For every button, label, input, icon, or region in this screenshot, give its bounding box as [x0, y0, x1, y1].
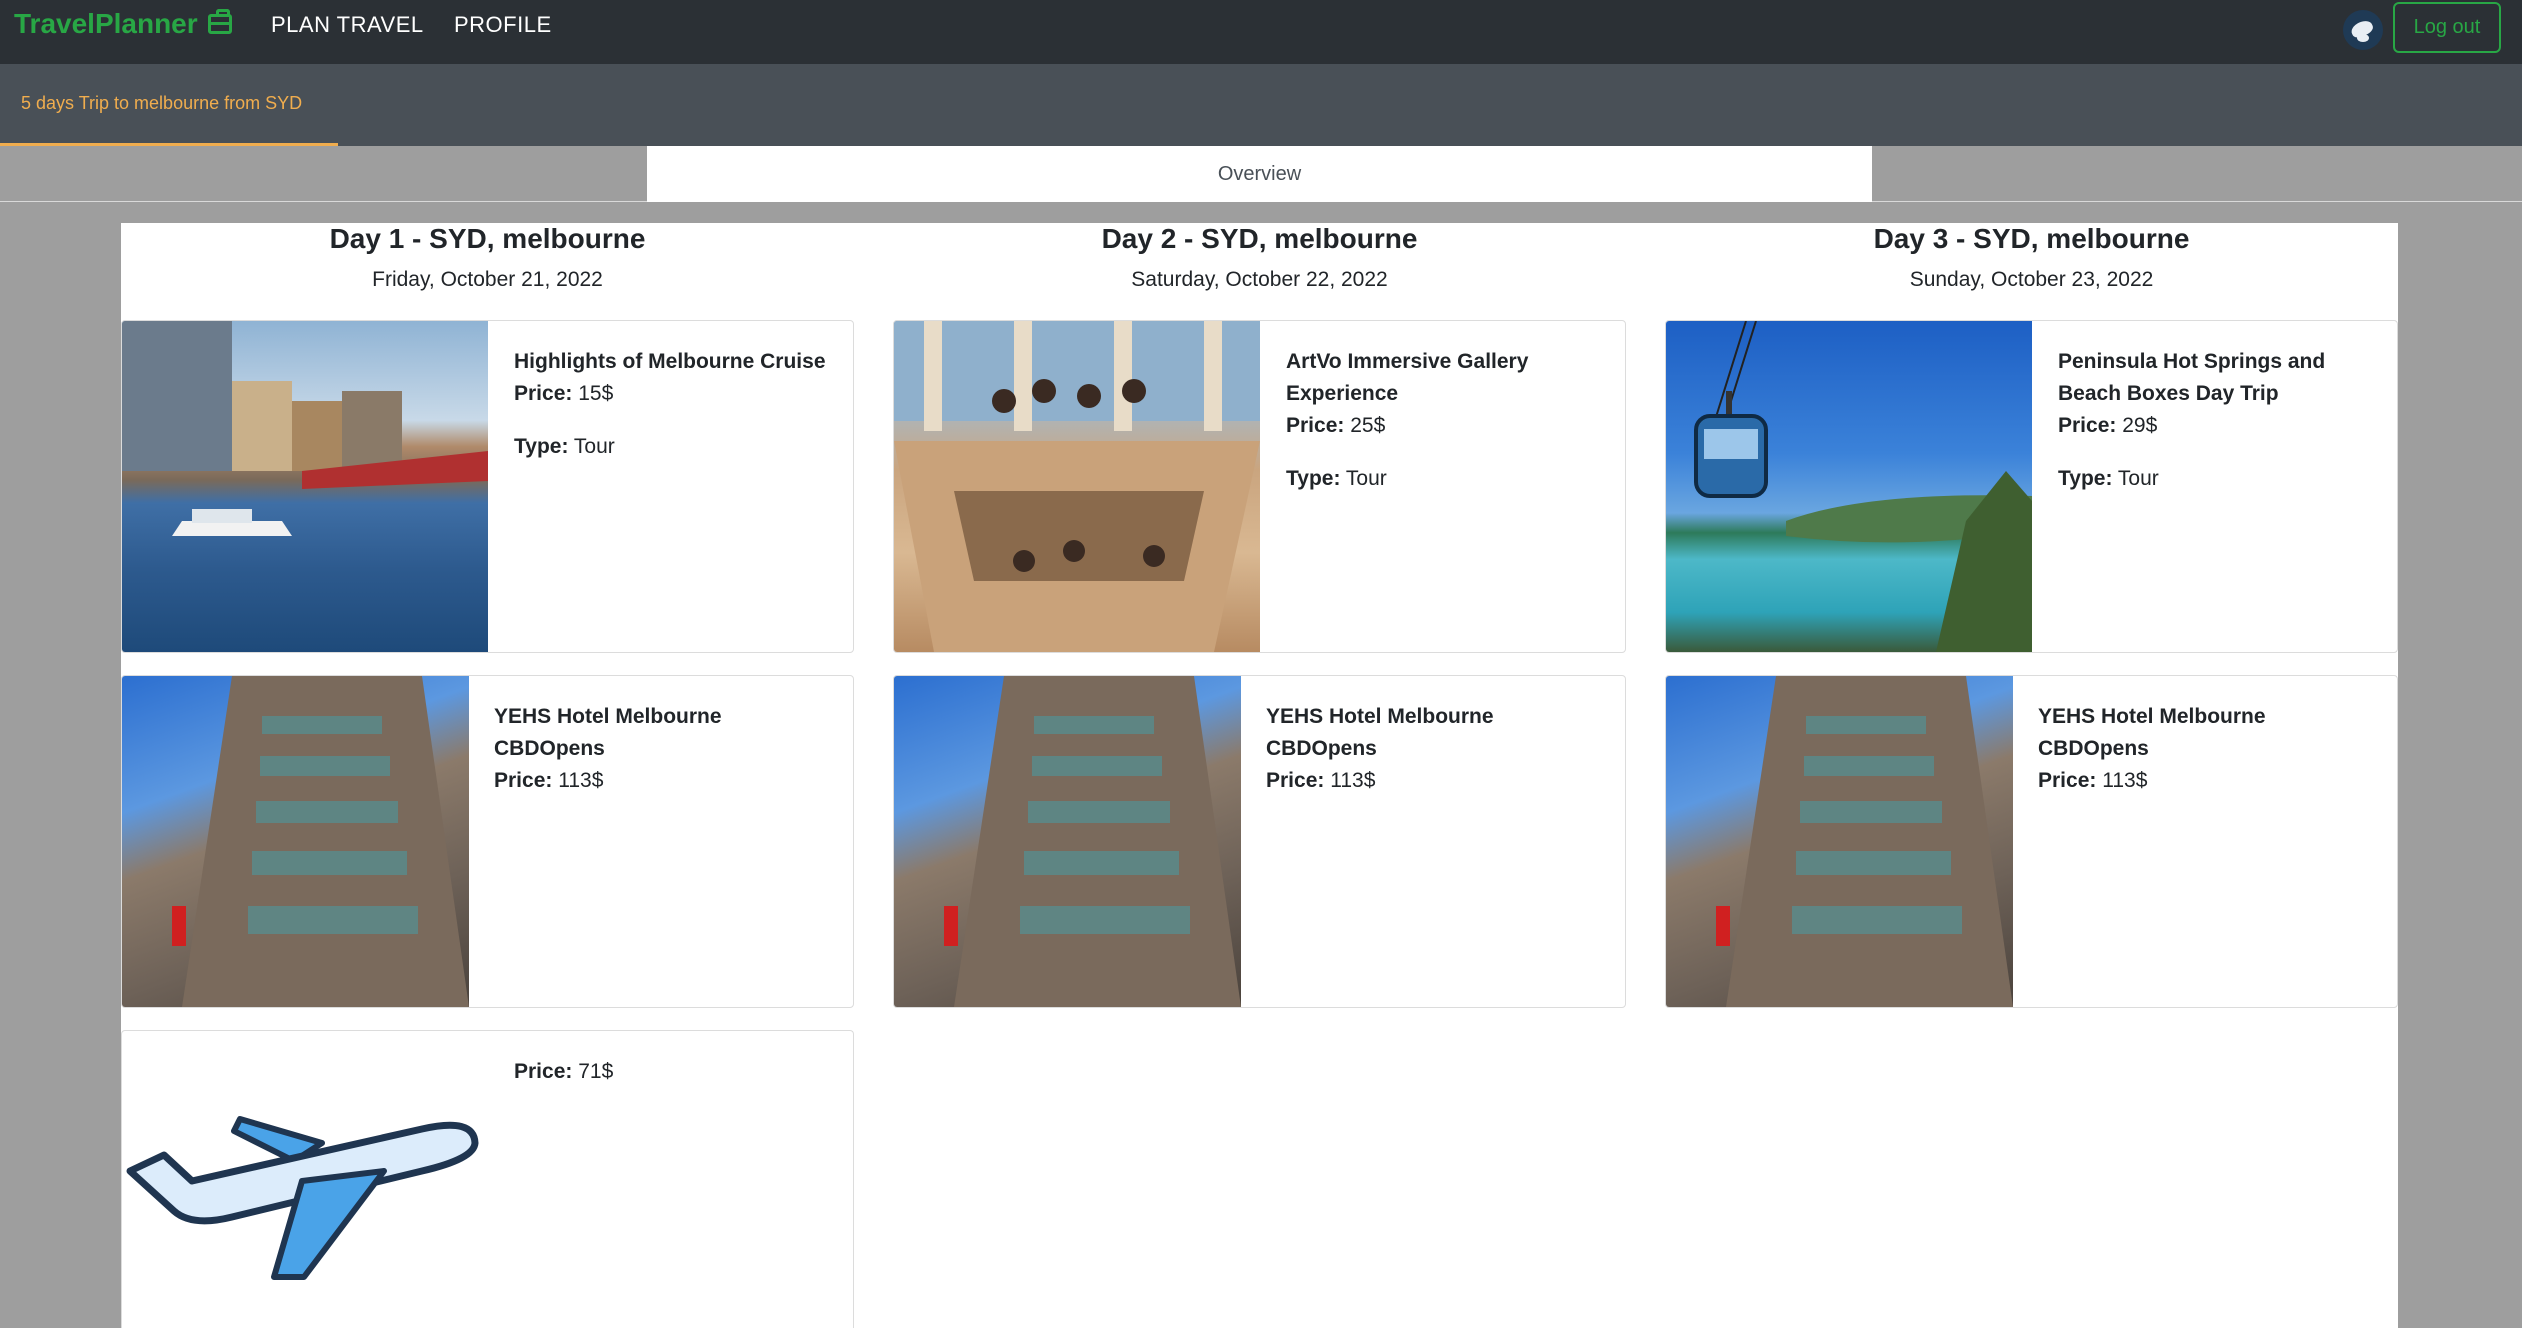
flight-image	[122, 1031, 488, 1328]
day-title: Day 2 - SYD, melbourne	[1101, 223, 1418, 254]
cable-car-photo	[1694, 321, 2032, 652]
airplane-icon	[126, 1116, 479, 1280]
itinerary-panel: Day 1 - SYD, melbourne Friday, October 2…	[121, 223, 2398, 1328]
type-label: Type:	[2058, 467, 2113, 490]
hotel-name: YEHS Hotel Melbourne CBDOpens	[494, 705, 722, 760]
trip-tab-bar: 5 days Trip to melbourne from SYD	[0, 64, 2522, 146]
activity-details: Peninsula Hot Springs and Beach Boxes Da…	[2058, 346, 2378, 495]
hotel-image	[894, 676, 1241, 1007]
price-label: Price:	[494, 769, 553, 792]
activity-type: Tour	[2117, 467, 2159, 490]
flight-price: 71$	[578, 1060, 614, 1083]
activity-card[interactable]: ArtVo Immersive Gallery Experience Price…	[893, 320, 1626, 653]
activity-price: 25$	[1350, 414, 1386, 437]
price-label: Price:	[1286, 414, 1345, 437]
tab-overview[interactable]: Overview	[647, 146, 1872, 202]
nav-plan-travel[interactable]: PLAN TRAVEL	[271, 12, 424, 38]
type-label: Type:	[514, 435, 569, 458]
activity-name: Peninsula Hot Springs and Beach Boxes Da…	[2058, 350, 2326, 405]
activity-details: Highlights of Melbourne Cruise Price: 15…	[514, 346, 834, 463]
activity-name: ArtVo Immersive Gallery Experience	[1286, 350, 1529, 405]
day-title: Day 1 - SYD, melbourne	[329, 223, 646, 254]
sub-tab-row: Overview	[0, 146, 2522, 202]
flight-card[interactable]: Price: 71$	[121, 1030, 854, 1328]
activity-card[interactable]: Highlights of Melbourne Cruise Price: 15…	[121, 320, 854, 653]
activity-image	[894, 321, 1260, 652]
hotel-details: YEHS Hotel Melbourne CBDOpens Price: 113…	[2038, 701, 2378, 797]
activity-image	[1666, 321, 2032, 652]
hotel-price: 113$	[2102, 769, 2148, 792]
hotel-image	[1666, 676, 2013, 1007]
price-label: Price:	[1266, 769, 1325, 792]
hotel-card[interactable]: YEHS Hotel Melbourne CBDOpens Price: 113…	[121, 675, 854, 1008]
day-date: Sunday, October 23, 2022	[1909, 268, 2154, 291]
hotel-name: YEHS Hotel Melbourne CBDOpens	[1266, 705, 1494, 760]
hotel-photo	[1716, 676, 2013, 1007]
activity-price: 15$	[578, 382, 614, 405]
nav-profile[interactable]: PROFILE	[454, 12, 552, 38]
price-label: Price:	[514, 382, 573, 405]
hotel-name: YEHS Hotel Melbourne CBDOpens	[2038, 705, 2266, 760]
price-label: Price:	[514, 1060, 573, 1083]
hotel-photo	[944, 676, 1241, 1007]
activity-image	[122, 321, 488, 652]
activity-details: ArtVo Immersive Gallery Experience Price…	[1286, 346, 1606, 495]
day-date: Friday, October 21, 2022	[372, 268, 603, 291]
hotel-card[interactable]: YEHS Hotel Melbourne CBDOpens Price: 113…	[893, 675, 1626, 1008]
logout-button[interactable]: Log out	[2393, 2, 2501, 53]
activity-name: Highlights of Melbourne Cruise	[514, 350, 826, 373]
top-navbar: TravelPlanner PLAN TRAVEL PROFILE Log ou…	[0, 0, 2522, 64]
type-label: Type:	[1286, 467, 1341, 490]
hotel-image	[122, 676, 469, 1007]
briefcase-icon	[207, 9, 232, 34]
activity-type: Tour	[573, 435, 615, 458]
user-avatar[interactable]	[2343, 10, 2383, 50]
gallery-photo	[894, 321, 1260, 652]
hotel-card[interactable]: YEHS Hotel Melbourne CBDOpens Price: 113…	[1665, 675, 2398, 1008]
hotel-details: YEHS Hotel Melbourne CBDOpens Price: 113…	[494, 701, 834, 797]
brand-logo[interactable]: TravelPlanner	[14, 8, 232, 40]
hotel-photo	[172, 676, 469, 1007]
hotel-price: 113$	[558, 769, 604, 792]
day-date: Saturday, October 22, 2022	[1131, 268, 1388, 291]
hotel-price: 113$	[1330, 769, 1376, 792]
tab-trip[interactable]: 5 days Trip to melbourne from SYD	[0, 64, 338, 146]
activity-card[interactable]: Peninsula Hot Springs and Beach Boxes Da…	[1665, 320, 2398, 653]
price-label: Price:	[2038, 769, 2097, 792]
cruise-photo	[122, 321, 488, 536]
flight-details: Price: 71$	[514, 1056, 834, 1088]
day-title: Day 3 - SYD, melbourne	[1873, 223, 2190, 254]
price-label: Price:	[2058, 414, 2117, 437]
activity-price: 29$	[2122, 414, 2158, 437]
brand-name[interactable]: TravelPlanner	[14, 8, 198, 40]
hotel-details: YEHS Hotel Melbourne CBDOpens Price: 113…	[1266, 701, 1606, 797]
activity-type: Tour	[1345, 467, 1387, 490]
